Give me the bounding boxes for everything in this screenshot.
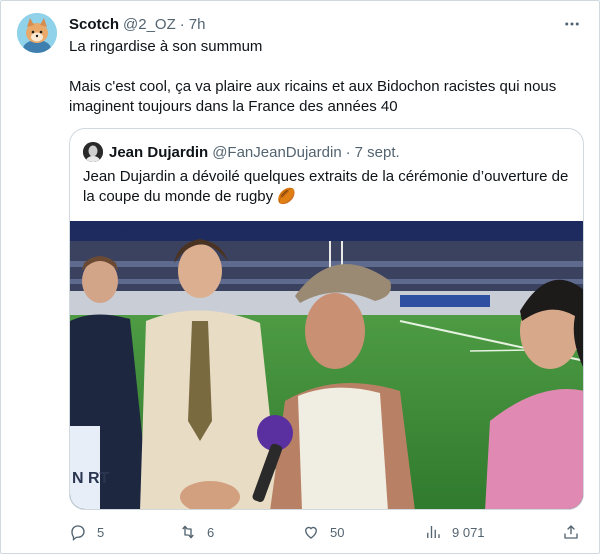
tweet-text-line-1: La ringardise à son summum	[69, 38, 263, 55]
more-button[interactable]	[561, 13, 583, 35]
views-button[interactable]: 9 071	[424, 521, 485, 543]
share-button[interactable]	[562, 521, 580, 543]
reply-icon	[71, 525, 85, 541]
like-count: 50	[330, 524, 345, 540]
reply-button[interactable]: 5	[69, 521, 104, 543]
retweet-button[interactable]: 6	[179, 521, 214, 543]
more-horizontal-icon	[565, 22, 579, 26]
reply-count: 5	[97, 524, 105, 540]
views-icon	[427, 526, 440, 538]
quoted-tweet[interactable]: Jean Dujardin @FanJeanDujardin · 7 sept.…	[69, 128, 584, 510]
separator-dot: ·	[179, 15, 185, 33]
quote-header: Jean Dujardin @FanJeanDujardin · 7 sept.	[83, 142, 400, 162]
quote-author-avatar	[83, 142, 103, 162]
like-button[interactable]: 50	[302, 521, 344, 543]
rugby-ball-emoji: 🏉	[277, 188, 296, 205]
share-icon	[564, 525, 578, 539]
quote-text: Jean Dujardin a dévoilé quelques extrait…	[83, 167, 571, 207]
quote-timestamp: 7 sept.	[354, 143, 400, 161]
portrait-avatar-image	[83, 142, 103, 162]
shiba-avatar-image	[17, 13, 57, 53]
views-count: 9 071	[452, 524, 485, 540]
author-avatar[interactable]	[17, 13, 57, 53]
tweet-text-line-2: Mais c'est cool, ça va plaire aux ricain…	[69, 78, 557, 115]
media-overlay-text: N RT	[72, 470, 110, 487]
quote-author-handle[interactable]: @FanJeanDujardin	[212, 144, 341, 161]
author-handle[interactable]: @2_OZ	[123, 16, 176, 33]
retweet-icon	[182, 525, 194, 539]
retweet-count: 6	[207, 524, 215, 540]
action-bar: 5 6 50 9 071	[69, 521, 585, 543]
tweet-card[interactable]: Scotch @2_OZ · 7h La ringardise à son su…	[0, 0, 600, 554]
quote-text-body: Jean Dujardin a dévoilé quelques extrait…	[83, 168, 569, 205]
quote-separator-dot: ·	[345, 143, 351, 161]
author-name[interactable]: Scotch	[69, 16, 119, 33]
quote-author-name[interactable]: Jean Dujardin	[109, 144, 208, 161]
tweet-header: Scotch @2_OZ · 7h	[69, 14, 205, 34]
quote-video-thumbnail[interactable]: N RT	[70, 221, 583, 509]
stadium-scene-image: N RT	[70, 221, 583, 509]
tweet-timestamp[interactable]: 7h	[189, 16, 206, 33]
heart-icon	[305, 526, 317, 539]
